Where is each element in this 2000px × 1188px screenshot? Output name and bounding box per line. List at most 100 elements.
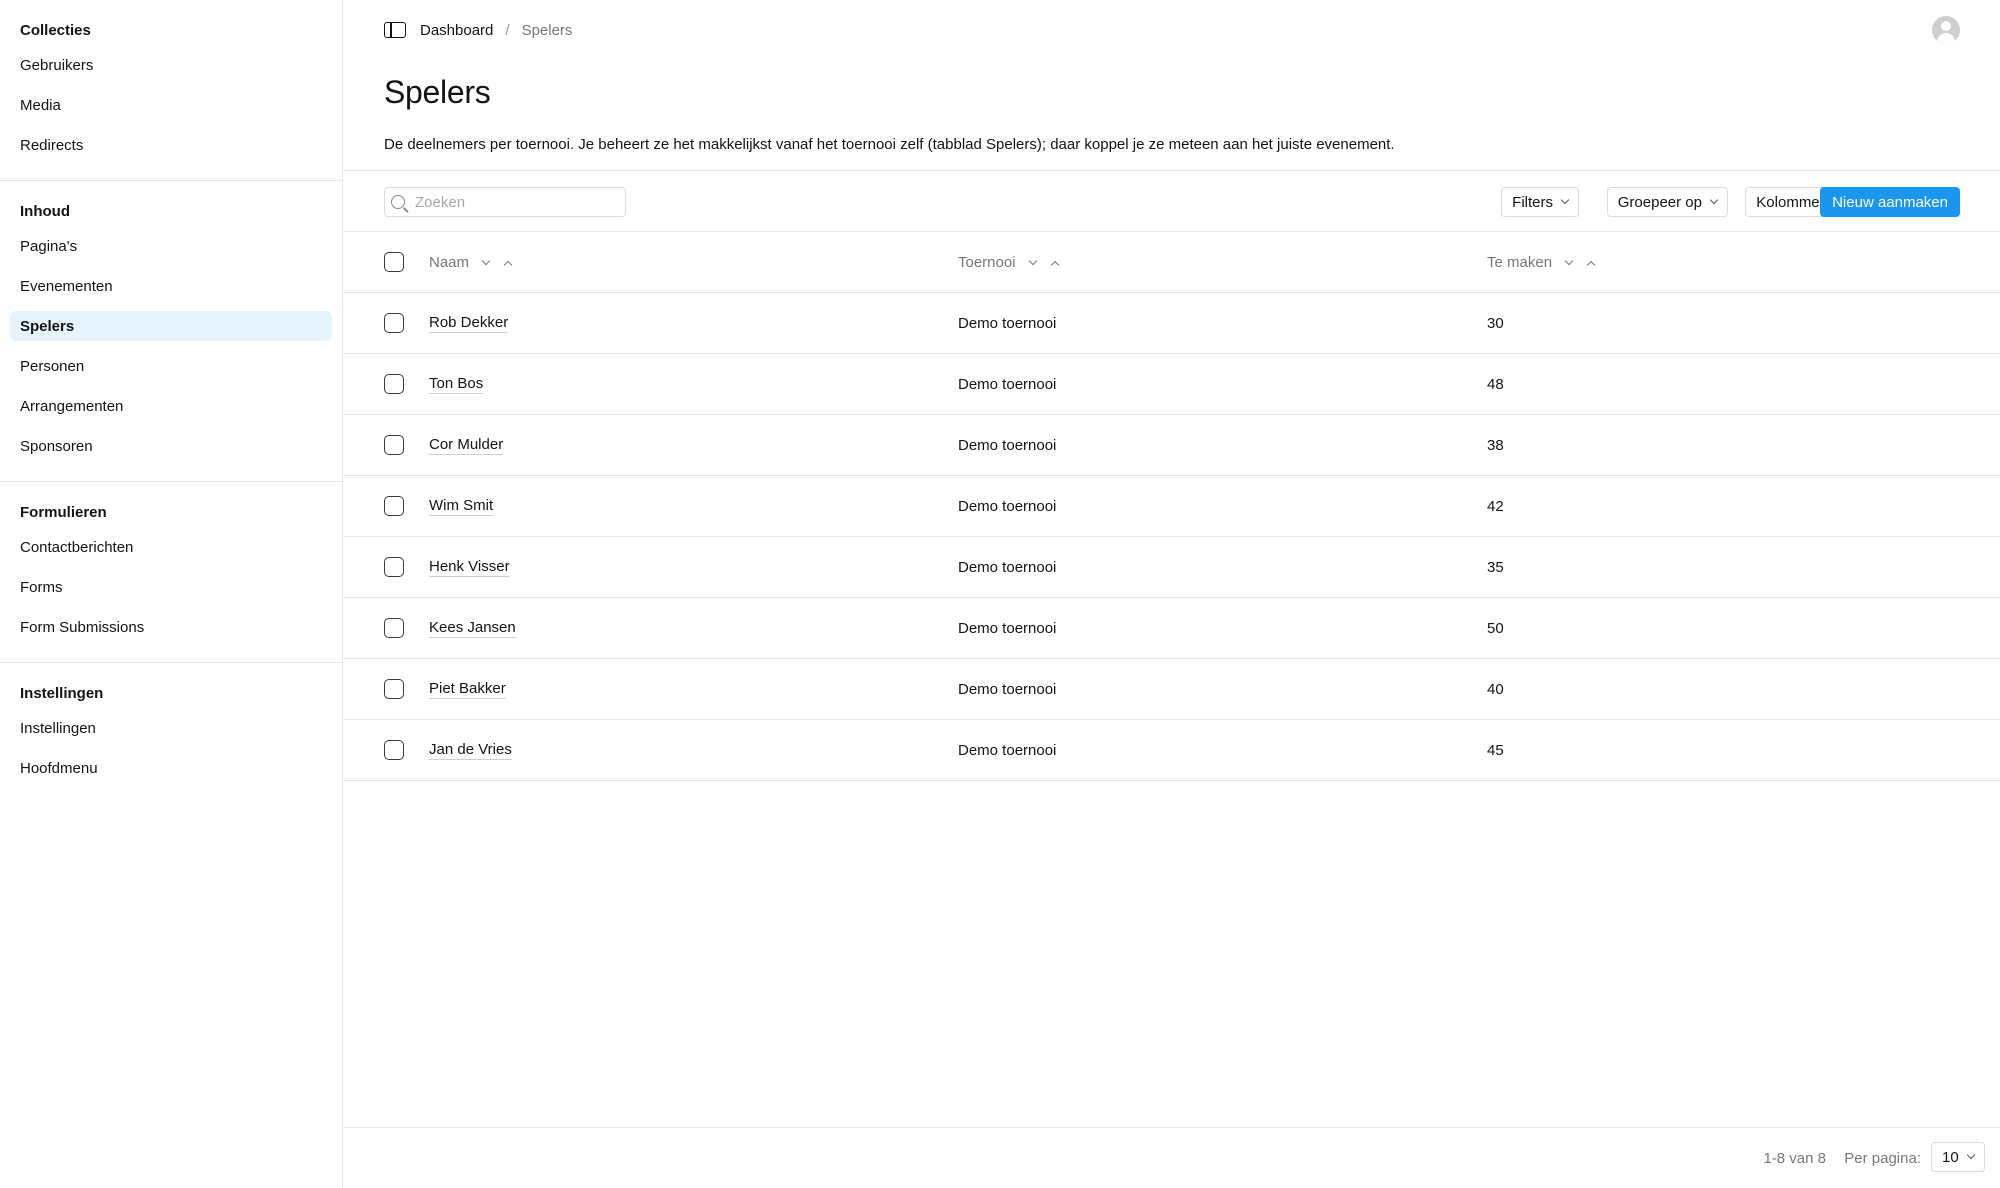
player-name-link[interactable]: Rob Dekker <box>429 314 509 333</box>
sidebar-item-paginas[interactable]: Pagina's <box>10 231 332 261</box>
column-header-label: Toernooi <box>958 254 1016 271</box>
main-content: Dashboard / Spelers Spelers De deelnemer… <box>344 0 2000 1188</box>
nav-group-title: Instellingen <box>20 684 104 702</box>
sidebar-item-media[interactable]: Media <box>10 90 332 120</box>
player-name-link[interactable]: Kees Jansen <box>429 619 516 638</box>
nav-group-collecties: Collecties Gebruikers Media Redirects <box>0 0 342 180</box>
player-name-link[interactable]: Wim Smit <box>429 497 494 516</box>
create-new-button[interactable]: Nieuw aanmaken <box>1820 187 1960 217</box>
sidebar-toggle-icon[interactable] <box>384 22 406 38</box>
per-page-select[interactable]: 10 <box>1931 1142 1985 1172</box>
sidebar-item-sponsoren[interactable]: Sponsoren <box>10 431 332 461</box>
cell-toernooi: Demo toernooi <box>958 559 1057 576</box>
column-header-naam: Naam <box>429 232 513 293</box>
cell-toernooi: Demo toernooi <box>958 437 1057 454</box>
sort-asc-icon[interactable] <box>1586 260 1596 269</box>
sidebar-item-hoofdmenu[interactable]: Hoofdmenu <box>10 753 332 783</box>
cell-te-maken: 38 <box>1487 437 1504 454</box>
cell-toernooi: Demo toernooi <box>958 681 1057 698</box>
row-checkbox[interactable] <box>384 618 404 638</box>
sort-asc-icon[interactable] <box>503 260 513 269</box>
player-name-link[interactable]: Cor Mulder <box>429 436 504 455</box>
nav-group-formulieren: Formulieren Contactberichten Forms Form … <box>0 481 342 662</box>
sidebar-item-contactberichten[interactable]: Contactberichten <box>10 532 332 562</box>
players-table: Naam Toernooi Te maken Rob Dekker Demo t… <box>344 232 2000 781</box>
sidebar-item-gebruikers[interactable]: Gebruikers <box>10 50 332 80</box>
cell-toernooi: Demo toernooi <box>958 498 1057 515</box>
select-all-checkbox[interactable] <box>384 252 404 272</box>
breadcrumb-separator: / <box>505 21 510 39</box>
filters-button[interactable]: Filters <box>1501 187 1579 217</box>
row-checkbox[interactable] <box>384 740 404 760</box>
sidebar-item-forms[interactable]: Forms <box>10 572 332 602</box>
sidebar-item-redirects[interactable]: Redirects <box>10 130 332 160</box>
player-name-link[interactable]: Ton Bos <box>429 375 484 394</box>
column-header-te-maken: Te maken <box>1487 232 1596 293</box>
table-row: Wim Smit Demo toernooi 42 <box>344 476 2000 537</box>
nav-group-instellingen: Instellingen Instellingen Hoofdmenu <box>0 662 342 803</box>
table-row: Cor Mulder Demo toernooi 38 <box>344 415 2000 476</box>
search-input[interactable] <box>415 193 615 211</box>
chevron-down-icon <box>1709 195 1719 205</box>
row-checkbox[interactable] <box>384 374 404 394</box>
nav-group-title: Formulieren <box>20 503 107 521</box>
table-row: Ton Bos Demo toernooi 48 <box>344 354 2000 415</box>
player-name-link[interactable]: Piet Bakker <box>429 680 506 699</box>
per-page-label: Per pagina: <box>1844 1150 1921 1167</box>
nav-group-title: Collecties <box>20 21 91 39</box>
sidebar-item-arrangementen[interactable]: Arrangementen <box>10 391 332 421</box>
breadcrumb-current: Spelers <box>521 21 573 39</box>
cell-toernooi: Demo toernooi <box>958 376 1057 393</box>
per-page-value: 10 <box>1942 1148 1959 1166</box>
cell-te-maken: 42 <box>1487 498 1504 515</box>
sort-desc-icon[interactable] <box>1564 256 1574 265</box>
table-row: Henk Visser Demo toernooi 35 <box>344 537 2000 598</box>
breadcrumb-dashboard[interactable]: Dashboard <box>420 22 493 39</box>
player-name-link[interactable]: Jan de Vries <box>429 741 512 760</box>
cell-te-maken: 45 <box>1487 742 1504 759</box>
row-checkbox[interactable] <box>384 435 404 455</box>
table-row: Rob Dekker Demo toernooi 30 <box>344 293 2000 354</box>
search-box[interactable] <box>384 187 626 217</box>
table-row: Jan de Vries Demo toernooi 45 <box>344 720 2000 781</box>
group-by-button-label: Groepeer op <box>1617 193 1702 211</box>
row-checkbox[interactable] <box>384 557 404 577</box>
sidebar-item-personen[interactable]: Personen <box>10 351 332 381</box>
avatar[interactable] <box>1932 16 1960 44</box>
cell-te-maken: 30 <box>1487 315 1504 332</box>
column-header-label: Te maken <box>1487 254 1553 271</box>
sidebar-item-evenementen[interactable]: Evenementen <box>10 271 332 301</box>
sidebar-item-spelers[interactable]: Spelers <box>10 311 332 341</box>
pagination-footer: 1-8 van 8 Per pagina: 10 <box>344 1127 2000 1188</box>
table-header-row: Naam Toernooi Te maken <box>344 232 2000 293</box>
list-toolbar: Filters Groepeer op Kolommen Nieuw aanma… <box>344 170 2000 232</box>
group-by-button[interactable]: Groepeer op <box>1606 187 1728 217</box>
row-checkbox[interactable] <box>384 496 404 516</box>
column-header-toernooi: Toernooi <box>958 232 1059 293</box>
row-checkbox[interactable] <box>384 313 404 333</box>
sidebar-item-instellingen[interactable]: Instellingen <box>10 713 332 743</box>
row-checkbox[interactable] <box>384 679 404 699</box>
cell-toernooi: Demo toernooi <box>958 620 1057 637</box>
player-name-link[interactable]: Henk Visser <box>429 558 510 577</box>
table-row: Piet Bakker Demo toernooi 40 <box>344 659 2000 720</box>
nav-group-title: Inhoud <box>20 202 70 220</box>
cell-toernooi: Demo toernooi <box>958 315 1057 332</box>
chevron-down-icon <box>1966 1150 1975 1160</box>
sort-desc-icon[interactable] <box>481 256 491 265</box>
cell-te-maken: 50 <box>1487 620 1504 637</box>
cell-toernooi: Demo toernooi <box>958 742 1057 759</box>
column-header-label: Naam <box>429 254 470 271</box>
breadcrumb: Dashboard / Spelers <box>384 20 572 40</box>
sort-asc-icon[interactable] <box>1050 260 1059 269</box>
sidebar: Collecties Gebruikers Media Redirects In… <box>0 0 343 1188</box>
columns-button-label: Kolommen <box>1756 193 1828 211</box>
nav-group-inhoud: Inhoud Pagina's Evenementen Spelers Pers… <box>0 180 342 481</box>
search-icon <box>391 195 405 209</box>
sort-desc-icon[interactable] <box>1028 256 1037 265</box>
cell-te-maken: 35 <box>1487 559 1504 576</box>
pagination-range: 1-8 van 8 <box>1763 1150 1826 1167</box>
sidebar-item-form-submissions[interactable]: Form Submissions <box>10 612 332 642</box>
page-description: De deelnemers per toernooi. Je beheert z… <box>384 136 1395 153</box>
chevron-down-icon <box>1560 195 1570 205</box>
